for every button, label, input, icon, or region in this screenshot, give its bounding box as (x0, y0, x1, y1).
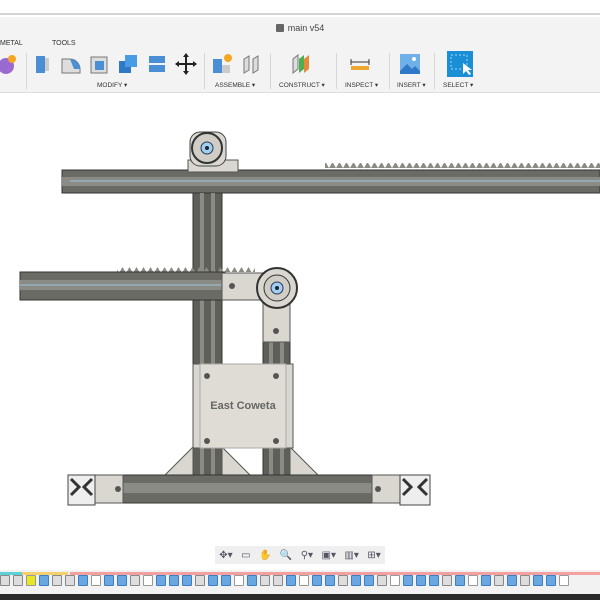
zoom-window-icon[interactable]: 🔍 (280, 550, 292, 561)
timeline-feature-icon[interactable] (455, 575, 465, 586)
timeline-feature-icon[interactable] (117, 575, 127, 586)
timeline-feature-icon[interactable] (143, 575, 153, 586)
timeline-feature-icon[interactable] (403, 575, 413, 586)
combine-icon[interactable] (117, 53, 139, 75)
timeline-feature-icon[interactable] (533, 575, 543, 586)
split-body-icon[interactable] (146, 53, 168, 75)
divider (270, 53, 271, 89)
divider (434, 53, 435, 89)
timeline-feature-icon[interactable] (247, 575, 257, 586)
title-bar: main v54 (0, 17, 600, 37)
timeline-feature-icon[interactable] (286, 575, 296, 586)
top-pulley-bracket[interactable] (187, 131, 239, 173)
fillet-icon[interactable] (60, 53, 82, 75)
timeline-feature-icon[interactable] (78, 575, 88, 586)
offset-plane-icon[interactable] (290, 53, 312, 75)
pan-icon[interactable]: ✋ (259, 550, 271, 561)
timeline-feature-icon[interactable] (468, 575, 478, 586)
construct-menu[interactable]: CONSTRUCT ▾ (279, 81, 325, 89)
timeline-feature-icon[interactable] (299, 575, 309, 586)
timeline-feature-icon[interactable] (65, 575, 75, 586)
look-at-icon[interactable]: ▭ (241, 550, 250, 561)
timeline-feature-icon[interactable] (104, 575, 114, 586)
assemble-menu[interactable]: ASSEMBLE ▾ (215, 81, 255, 89)
timeline-feature-icon[interactable] (0, 575, 10, 586)
timeline-feature-icon[interactable] (39, 575, 49, 586)
design-canvas[interactable]: East Coweta (0, 93, 600, 545)
document-icon (275, 24, 284, 32)
press-pull-icon[interactable] (33, 53, 55, 75)
timeline-feature-icon[interactable] (390, 575, 400, 586)
timeline[interactable] (0, 570, 600, 600)
middle-pulley-bracket[interactable] (221, 267, 298, 309)
timeline-feature-icon[interactable] (338, 575, 348, 586)
select-menu[interactable]: SELECT ▾ (443, 81, 473, 89)
divider (204, 53, 205, 89)
tab-sheet-metal[interactable]: METAL (0, 40, 23, 47)
plate-text: East Coweta (210, 400, 276, 412)
modify-menu[interactable]: MODIFY ▾ (97, 81, 127, 89)
timeline-feature-icon[interactable] (26, 575, 36, 586)
timeline-feature-icon[interactable] (494, 575, 504, 586)
taskbar (0, 594, 600, 600)
timeline-feature-icon[interactable] (156, 575, 166, 586)
timeline-feature-icon[interactable] (13, 575, 23, 586)
measure-icon[interactable] (349, 53, 371, 75)
select-icon[interactable] (447, 51, 473, 77)
shell-icon[interactable] (89, 53, 111, 75)
grid-icon[interactable]: ▥▾ (344, 550, 358, 561)
timeline-feature-icon[interactable] (260, 575, 270, 586)
timeline-feature-icon[interactable] (364, 575, 374, 586)
navigation-bar: ✥▾ ▭ ✋ 🔍 ⚲▾ ▣▾ ▥▾ ⊞▾ (215, 546, 385, 564)
zoom-icon[interactable]: ⚲▾ (301, 550, 313, 561)
create-component-icon[interactable] (0, 53, 22, 75)
timeline-feature-icon[interactable] (208, 575, 218, 586)
orbit-icon[interactable]: ✥▾ (219, 550, 232, 561)
timeline-feature-icon[interactable] (377, 575, 387, 586)
timeline-feature-icon[interactable] (546, 575, 556, 586)
timeline-feature-icon[interactable] (520, 575, 530, 586)
timeline-feature-icon[interactable] (481, 575, 491, 586)
ribbon-toolbar: METAL TOOLS MODIFY ▾ ASSEMBLE ▾ CONSTRUC… (0, 37, 600, 93)
display-settings-icon[interactable]: ▣▾ (322, 550, 336, 561)
new-joint-icon[interactable] (211, 53, 233, 75)
timeline-feature-icon[interactable] (507, 575, 517, 586)
timeline-feature-icon[interactable] (182, 575, 192, 586)
timeline-feature-icon[interactable] (312, 575, 322, 586)
bottom-rail[interactable] (67, 474, 431, 506)
top-rail[interactable] (61, 163, 600, 194)
timeline-feature-icon[interactable] (91, 575, 101, 586)
gussets (163, 445, 320, 476)
timeline-feature-icon[interactable] (169, 575, 179, 586)
timeline-feature-icon[interactable] (351, 575, 361, 586)
divider (336, 53, 337, 89)
insert-image-icon[interactable] (399, 53, 421, 75)
top-band (0, 0, 600, 15)
timeline-feature-icon[interactable] (429, 575, 439, 586)
as-built-joint-icon[interactable] (241, 53, 263, 75)
timeline-feature-icon[interactable] (234, 575, 244, 586)
timeline-feature-icon[interactable] (221, 575, 231, 586)
viewports-icon[interactable]: ⊞▾ (367, 550, 380, 561)
timeline-feature-icon[interactable] (273, 575, 283, 586)
timeline-feature-icon[interactable] (559, 575, 569, 586)
timeline-feature-icon[interactable] (195, 575, 205, 586)
divider (389, 53, 390, 89)
document-title: main v54 (287, 23, 325, 33)
model-view (19, 131, 600, 506)
timeline-feature-icon[interactable] (442, 575, 452, 586)
inspect-menu[interactable]: INSPECT ▾ (345, 81, 378, 89)
tab-tools[interactable]: TOOLS (52, 40, 76, 47)
divider (26, 53, 27, 89)
timeline-features (0, 575, 600, 587)
timeline-feature-icon[interactable] (52, 575, 62, 586)
timeline-feature-icon[interactable] (325, 575, 335, 586)
timeline-feature-icon[interactable] (416, 575, 426, 586)
move-icon[interactable] (175, 53, 197, 75)
insert-menu[interactable]: INSERT ▾ (397, 81, 426, 89)
timeline-feature-icon[interactable] (130, 575, 140, 586)
